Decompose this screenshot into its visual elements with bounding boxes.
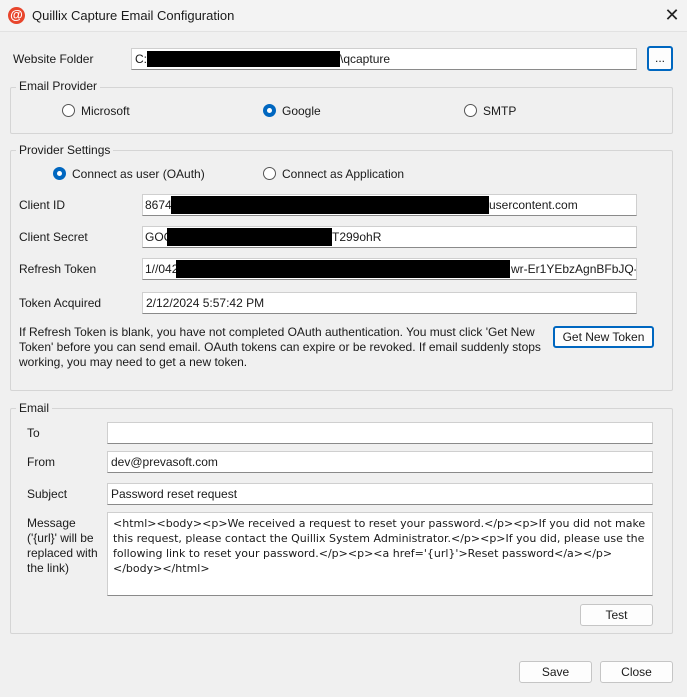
redaction-bar [147, 51, 340, 67]
provider-microsoft-label[interactable]: Microsoft [81, 104, 130, 118]
client-secret-suffix: T299ohR [332, 230, 382, 244]
get-new-token-button[interactable]: Get New Token [553, 326, 654, 348]
oauth-user-label[interactable]: Connect as user (OAuth) [72, 167, 205, 181]
close-window-icon[interactable]: ✕ [660, 4, 684, 26]
email-legend: Email [16, 401, 53, 415]
website-folder-label: Website Folder [13, 52, 94, 66]
provider-settings-legend: Provider Settings [16, 143, 114, 157]
from-input[interactable]: dev@prevasoft.com [107, 451, 653, 473]
token-acquired-label: Token Acquired [19, 296, 102, 310]
app-logo-icon: @ [8, 7, 25, 24]
client-id-prefix: 8674 [145, 198, 172, 212]
message-label: Message ('{url}' will be replaced with t… [27, 516, 98, 575]
redaction-bar [167, 228, 332, 246]
provider-microsoft-radio[interactable] [62, 104, 75, 117]
message-textarea[interactable]: <html><body><p>We received a request to … [107, 512, 653, 596]
website-folder-suffix: \qcapture [340, 52, 391, 66]
redaction-bar [171, 196, 489, 214]
refresh-token-suffix: wr-Er1YEbzAgnBFbJQ-r [511, 262, 636, 276]
close-button[interactable]: Close [600, 661, 673, 683]
redaction-bar [176, 260, 510, 278]
to-input[interactable] [107, 422, 653, 444]
client-secret-label: Client Secret [19, 230, 88, 244]
save-button[interactable]: Save [519, 661, 592, 683]
browse-folder-button[interactable]: ... [647, 46, 673, 71]
window-title: Quillix Capture Email Configuration [32, 8, 235, 23]
provider-google-radio[interactable] [263, 104, 276, 117]
client-id-label: Client ID [19, 198, 66, 212]
email-provider-legend: Email Provider [16, 79, 101, 93]
subject-input[interactable]: Password reset request [107, 483, 653, 505]
refresh-token-prefix: 1//042 [145, 262, 179, 276]
refresh-token-label: Refresh Token [19, 262, 97, 276]
client-id-suffix: usercontent.com [489, 198, 578, 212]
token-acquired-field[interactable]: 2/12/2024 5:57:42 PM [142, 292, 637, 314]
oauth-user-radio[interactable] [53, 167, 66, 180]
oauth-info-text: If Refresh Token is blank, you have not … [19, 325, 541, 369]
from-label: From [27, 455, 55, 469]
app-connection-label[interactable]: Connect as Application [282, 167, 404, 181]
provider-smtp-label[interactable]: SMTP [483, 104, 516, 118]
test-button[interactable]: Test [580, 604, 653, 626]
to-label: To [27, 426, 40, 440]
provider-google-label[interactable]: Google [282, 104, 321, 118]
provider-smtp-radio[interactable] [464, 104, 477, 117]
subject-label: Subject [27, 487, 68, 501]
app-connection-radio[interactable] [263, 167, 276, 180]
